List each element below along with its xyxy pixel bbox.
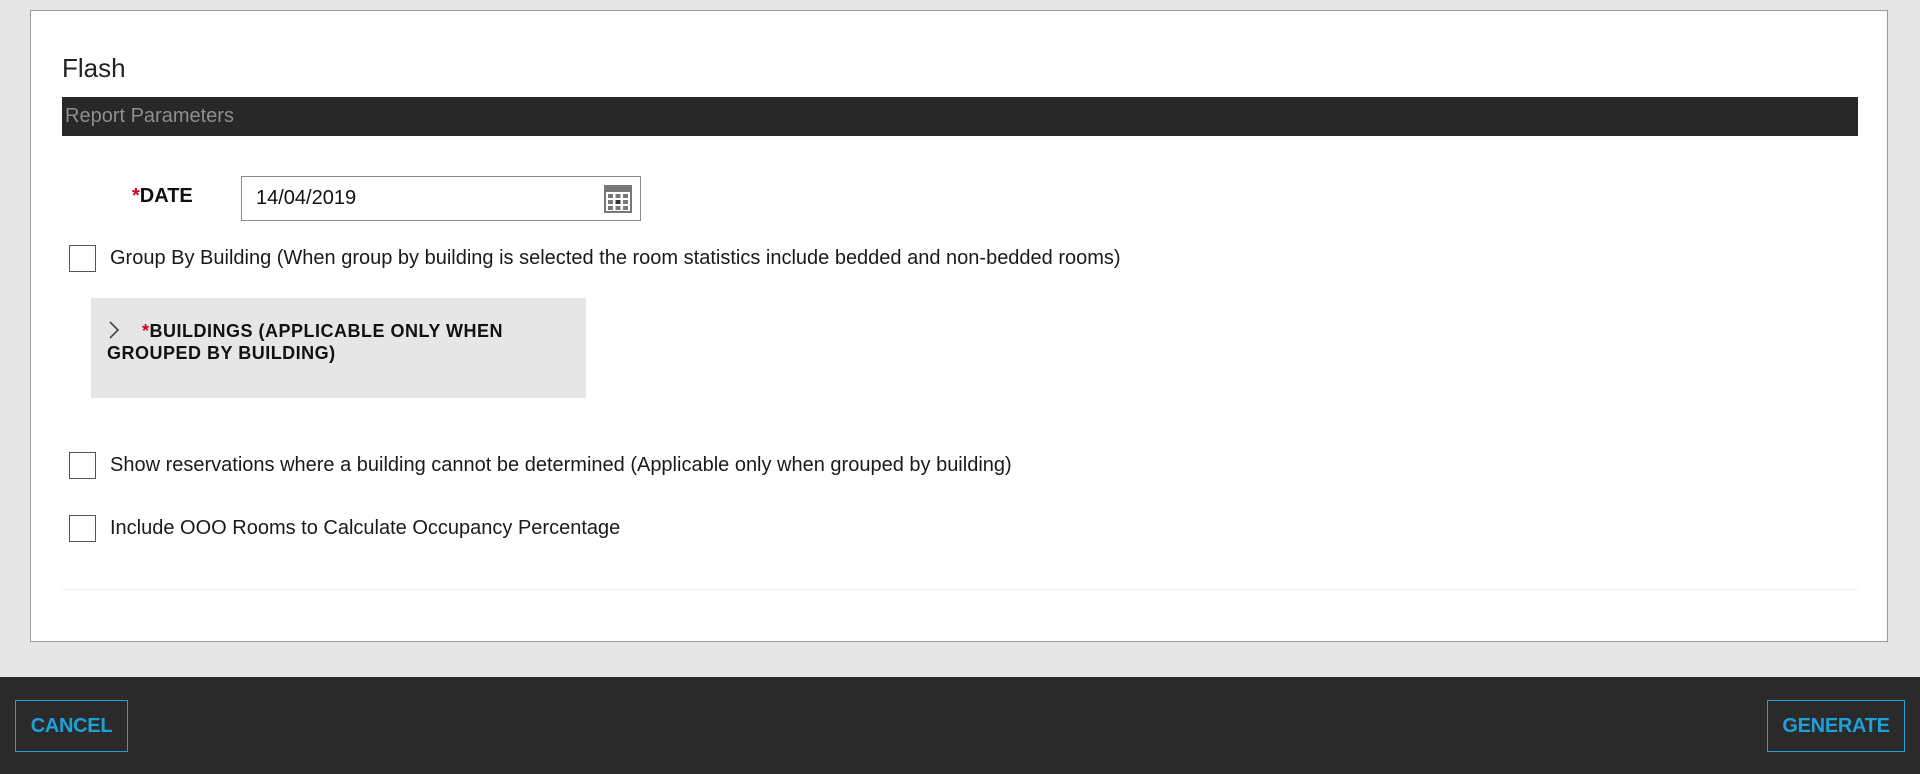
date-input[interactable] [256, 177, 586, 220]
buildings-label[interactable]: *BUILDINGS (APPLICABLE ONLY WHEN GROUPED… [107, 320, 567, 364]
group-by-building-row[interactable]: Group By Building (When group by buildin… [69, 245, 1121, 272]
cancel-button[interactable]: CANCEL [15, 700, 128, 752]
date-label-text: DATE [139, 185, 193, 207]
report-panel: Flash Report Parameters *DATE Group By B… [30, 10, 1888, 642]
date-required-mark: * [132, 185, 140, 207]
group-by-building-label[interactable]: Group By Building (When group by buildin… [110, 247, 1121, 270]
include-ooo-row[interactable]: Include OOO Rooms to Calculate Occupancy… [69, 515, 620, 542]
show-reservations-row[interactable]: Show reservations where a building canno… [69, 452, 1012, 479]
include-ooo-label[interactable]: Include OOO Rooms to Calculate Occupancy… [110, 517, 620, 540]
form-divider [62, 589, 1858, 590]
generate-button[interactable]: GENERATE [1767, 700, 1905, 752]
date-label: *DATE [132, 185, 193, 208]
report-parameters-header: Report Parameters [62, 97, 1858, 136]
report-title: Flash [62, 53, 126, 83]
buildings-label-text: BUILDINGS (APPLICABLE ONLY WHEN GROUPED … [107, 321, 504, 363]
include-ooo-checkbox[interactable] [69, 515, 96, 542]
date-field[interactable] [241, 176, 641, 221]
footer-bar: CANCEL GENERATE [0, 677, 1920, 774]
buildings-required-mark: * [142, 321, 150, 341]
calendar-icon[interactable] [604, 185, 632, 213]
show-reservations-label[interactable]: Show reservations where a building canno… [110, 454, 1012, 477]
show-reservations-checkbox[interactable] [69, 452, 96, 479]
buildings-accordion[interactable]: *BUILDINGS (APPLICABLE ONLY WHEN GROUPED… [91, 298, 586, 398]
group-by-building-checkbox[interactable] [69, 245, 96, 272]
